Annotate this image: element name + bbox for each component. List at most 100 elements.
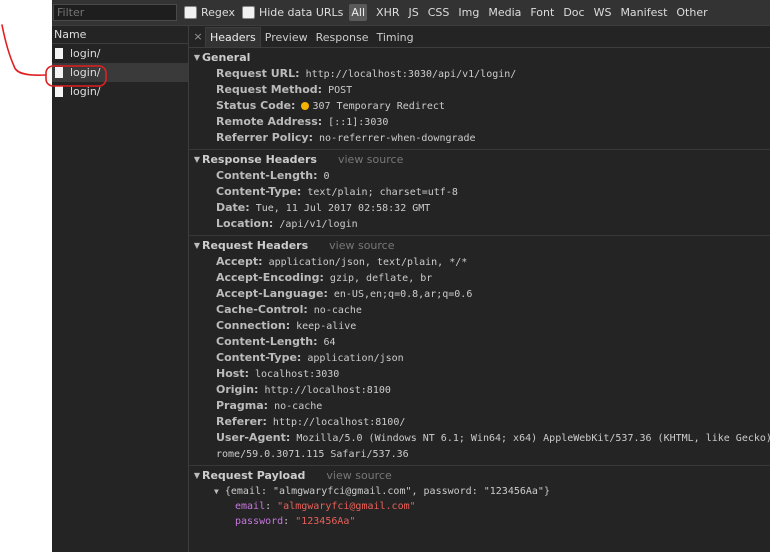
regex-checkbox[interactable]: [184, 6, 197, 19]
request-list: Name login/ login/ login/: [52, 26, 189, 552]
type-filter-js[interactable]: JS: [408, 6, 418, 19]
payload-object[interactable]: ▼ {email: "almgwaryfci@gmail.com", passw…: [189, 484, 770, 499]
view-source-link[interactable]: view source: [326, 468, 391, 484]
header-row: Request URL: http://localhost:3030/api/v…: [189, 66, 770, 82]
header-value: 0: [323, 171, 330, 182]
request-name: login/: [70, 66, 101, 79]
header-value: gzip, deflate, br: [329, 273, 433, 284]
request-row[interactable]: login/: [52, 44, 188, 63]
header-value: localhost:3030: [255, 369, 340, 380]
header-row: Date: Tue, 11 Jul 2017 02:58:32 GMT: [189, 200, 770, 216]
tab-response[interactable]: Response: [312, 28, 373, 47]
request-headers-section: ▼ Request Headers view source Accept: ap…: [189, 236, 770, 466]
triangle-down-icon: ▼: [193, 53, 201, 62]
tab-timing[interactable]: Timing: [372, 28, 417, 47]
header-row: Content-Length: 64: [189, 334, 770, 350]
request-headers-header[interactable]: ▼ Request Headers view source: [189, 238, 770, 254]
header-value: http://localhost:3030/api/v1/login/: [305, 69, 517, 80]
header-value: /api/v1/login: [279, 219, 358, 230]
triangle-down-icon: ▼: [193, 471, 201, 480]
header-row: Remote Address: [::1]:3030: [189, 114, 770, 130]
filter-input[interactable]: [53, 4, 177, 21]
header-row: Referrer Policy: no-referrer-when-downgr…: [189, 130, 770, 146]
type-filter-other[interactable]: Other: [676, 6, 707, 19]
header-value: no-cache: [274, 401, 323, 412]
document-icon: [55, 86, 63, 97]
request-row-selected[interactable]: login/: [52, 63, 188, 82]
header-row: Pragma: no-cache: [189, 398, 770, 414]
header-value: POST: [328, 85, 353, 96]
section-title: Request Payload: [202, 469, 306, 482]
section-title: General: [202, 51, 251, 64]
hide-data-urls-checkbox[interactable]: [241, 6, 255, 19]
request-name: login/: [70, 47, 101, 60]
header-value: no-referrer-when-downgrade: [319, 133, 476, 144]
header-key: Content-Type:: [216, 351, 302, 364]
header-row: Content-Type: application/json: [189, 350, 770, 366]
type-filter-doc[interactable]: Doc: [563, 6, 584, 19]
header-row: Cache-Control: no-cache: [189, 302, 770, 318]
header-key: Request URL:: [216, 67, 300, 80]
request-details: × Headers Preview Response Timing ▼ Gene…: [189, 26, 770, 552]
header-value: 64: [323, 337, 336, 348]
header-key: Origin:: [216, 383, 259, 396]
header-value: application/json: [307, 353, 404, 364]
details-tabs: × Headers Preview Response Timing: [189, 26, 770, 48]
header-row: Origin: http://localhost:8100: [189, 382, 770, 398]
header-key: Content-Length:: [216, 169, 318, 182]
header-value: http://localhost:8100/: [272, 417, 406, 428]
regex-label: Regex: [201, 6, 235, 19]
type-filter-all[interactable]: All: [349, 4, 368, 21]
header-row: rome/59.0.3071.115 Safari/537.36: [189, 446, 770, 462]
header-row: Accept-Language: en-US,en;q=0.8,ar;q=0.6: [189, 286, 770, 302]
request-row[interactable]: login/: [52, 82, 188, 101]
view-source-link[interactable]: view source: [329, 238, 394, 254]
triangle-down-icon: ▼: [193, 241, 201, 250]
header-value: rome/59.0.3071.115 Safari/537.36: [216, 449, 409, 460]
header-value: 307 Temporary Redirect: [312, 101, 445, 112]
payload-value: "almgwaryfci@gmail.com": [277, 501, 416, 512]
header-key: Remote Address:: [216, 115, 323, 128]
header-value: keep-alive: [296, 321, 357, 332]
type-filter-img[interactable]: Img: [458, 6, 479, 19]
header-key: Location:: [216, 217, 274, 230]
header-key: Cache-Control:: [216, 303, 308, 316]
payload-key: password: [235, 516, 284, 527]
type-filter-media[interactable]: Media: [488, 6, 521, 19]
header-key: Referrer Policy:: [216, 131, 313, 144]
header-key: Content-Type:: [216, 185, 302, 198]
response-headers-section: ▼ Response Headers view source Content-L…: [189, 150, 770, 236]
name-column-header[interactable]: Name: [52, 26, 188, 44]
payload-value: "123456Aa": [295, 516, 356, 527]
view-source-link[interactable]: view source: [338, 152, 403, 168]
header-value: Mozilla/5.0 (Windows NT 6.1; Win64; x64)…: [296, 433, 770, 444]
tab-headers[interactable]: Headers: [205, 27, 261, 47]
section-title: Response Headers: [202, 153, 317, 166]
header-row: Accept-Encoding: gzip, deflate, br: [189, 270, 770, 286]
header-value: text/plain; charset=utf-8: [307, 187, 458, 198]
header-key: Request Method:: [216, 83, 323, 96]
header-row: Location: /api/v1/login: [189, 216, 770, 232]
payload-summary: {email: "almgwaryfci@gmail.com", passwor…: [224, 486, 550, 497]
request-payload-section: ▼ Request Payload view source ▼ {email: …: [189, 466, 770, 532]
type-filter-font[interactable]: Font: [530, 6, 554, 19]
type-filter-manifest[interactable]: Manifest: [620, 6, 667, 19]
response-headers-header[interactable]: ▼ Response Headers view source: [189, 152, 770, 168]
header-row: Content-Type: text/plain; charset=utf-8: [189, 184, 770, 200]
close-icon[interactable]: ×: [191, 30, 205, 43]
general-section: ▼ General Request URL: http://localhost:…: [189, 48, 770, 150]
general-section-header[interactable]: ▼ General: [189, 50, 770, 66]
header-value: http://localhost:8100: [264, 385, 391, 396]
header-row: Referer: http://localhost:8100/: [189, 414, 770, 430]
hide-data-urls-label: Hide data URLs: [258, 6, 344, 19]
tab-preview[interactable]: Preview: [261, 28, 312, 47]
header-row: Connection: keep-alive: [189, 318, 770, 334]
type-filter-ws[interactable]: WS: [594, 6, 612, 19]
type-filter-xhr[interactable]: XHR: [376, 6, 399, 19]
payload-key: email: [235, 501, 266, 512]
request-payload-header[interactable]: ▼ Request Payload view source: [189, 468, 770, 484]
header-key: Referer:: [216, 415, 267, 428]
payload-field: email: "almgwaryfci@gmail.com": [235, 501, 416, 512]
header-key: Content-Length:: [216, 335, 318, 348]
type-filter-css[interactable]: CSS: [428, 6, 450, 19]
